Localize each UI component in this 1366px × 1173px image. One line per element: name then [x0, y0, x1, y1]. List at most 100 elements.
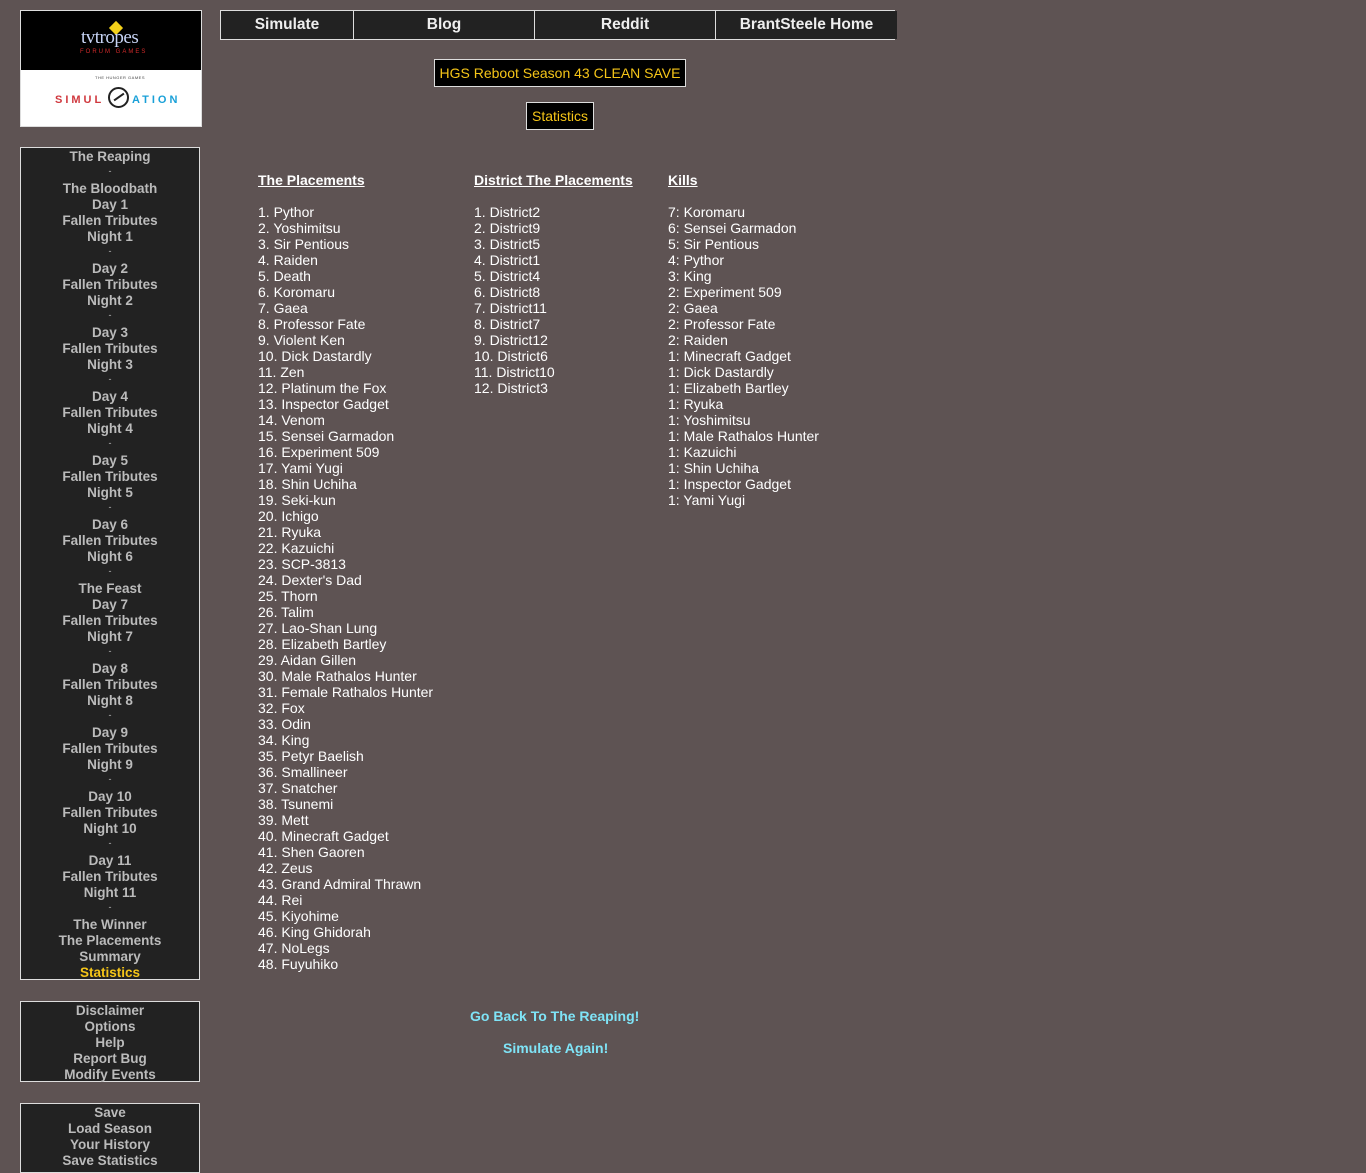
- sidebar-item-night-8[interactable]: Night 8: [21, 693, 199, 709]
- placement-row: 25. Thorn: [258, 588, 318, 604]
- sidebar-item-day-8[interactable]: Day 8: [21, 661, 199, 677]
- sidebar-item-fallen-tributes[interactable]: Fallen Tributes: [21, 213, 199, 229]
- sidebar-item-day-7[interactable]: Day 7: [21, 597, 199, 613]
- site-logo[interactable]: tvtropes FORUM GAMES THE HUNGER GAMES SI…: [20, 10, 202, 127]
- sidebar-item-statistics[interactable]: Statistics: [21, 965, 199, 981]
- sidebar-item-night-1[interactable]: Night 1: [21, 229, 199, 245]
- sidebar-item-summary[interactable]: Summary: [21, 949, 199, 965]
- sidebar-item-report-bug[interactable]: Report Bug: [21, 1051, 199, 1067]
- sidebar-item-load-season[interactable]: Load Season: [21, 1121, 199, 1137]
- sidebar-item-fallen-tributes[interactable]: Fallen Tributes: [21, 677, 199, 693]
- sidebar-item-the-bloodbath[interactable]: The Bloodbath: [21, 181, 199, 197]
- district-placement-row: 6. District8: [474, 284, 541, 300]
- district-placement-row: 10. District6: [474, 348, 548, 364]
- sidebar-item-day-6[interactable]: Day 6: [21, 517, 199, 533]
- placement-row: 43. Grand Admiral Thrawn: [258, 876, 422, 892]
- placement-row: 40. Minecraft Gadget: [258, 828, 389, 844]
- placement-row: 29. Aidan Gillen: [258, 652, 357, 668]
- sidebar-save: Save Load Season Your History Save Statisti…: [20, 1103, 200, 1173]
- sidebar-item-night-3[interactable]: Night 3: [21, 357, 199, 373]
- kills-column: Kills 7: Koromaru 6: Sensei Garmadon 5: Si…: [668, 172, 868, 508]
- sidebar-item-disclaimer[interactable]: Disclaimer: [21, 1003, 199, 1019]
- placement-row: 2. Yoshimitsu: [258, 220, 341, 236]
- placement-row: 36. Smallineer: [258, 764, 348, 780]
- nav-reddit[interactable]: Reddit: [535, 11, 716, 39]
- sidebar-item-modify-events[interactable]: Modify Events: [21, 1067, 199, 1083]
- sidebar-item-fallen-tributes[interactable]: Fallen Tributes: [21, 405, 199, 421]
- sidebar-item-night-10[interactable]: Night 10: [21, 821, 199, 837]
- sidebar-item-day-5[interactable]: Day 5: [21, 453, 199, 469]
- nav-simulate[interactable]: Simulate: [221, 11, 354, 39]
- kill-row: 1: Ryuka: [668, 396, 724, 412]
- placement-row: 11. Zen: [258, 364, 305, 380]
- sidebar-item-your-history[interactable]: Your History: [21, 1137, 199, 1153]
- kill-row: 1: Kazuichi: [668, 444, 737, 460]
- kill-row: 1: Yoshimitsu: [668, 412, 751, 428]
- sidebar-item-fallen-tributes[interactable]: Fallen Tributes: [21, 469, 199, 485]
- sidebar-item-fallen-tributes[interactable]: Fallen Tributes: [21, 277, 199, 293]
- sidebar-item-night-2[interactable]: Night 2: [21, 293, 199, 309]
- placements-heading: The Placements: [258, 172, 365, 188]
- placement-row: 16. Experiment 509: [258, 444, 380, 460]
- sidebar-item-day-2[interactable]: Day 2: [21, 261, 199, 277]
- sidebar-item-night-11[interactable]: Night 11: [21, 885, 199, 901]
- kill-row: 1: Yami Yugi: [668, 492, 746, 508]
- sidebar-item-day-3[interactable]: Day 3: [21, 325, 199, 341]
- sidebar-item-options[interactable]: Options: [21, 1019, 199, 1035]
- simulate-again-link[interactable]: Simulate Again!: [503, 1040, 608, 1056]
- sidebar-item-the-feast[interactable]: The Feast: [21, 581, 199, 597]
- kill-row: 2: Gaea: [668, 300, 718, 316]
- mockingjay-icon: [108, 87, 129, 108]
- sidebar-separator: -: [108, 438, 112, 448]
- nav-blog[interactable]: Blog: [354, 11, 535, 39]
- sidebar-item-fallen-tributes[interactable]: Fallen Tributes: [21, 805, 199, 821]
- nav-brantsteele-home[interactable]: BrantSteele Home: [716, 11, 897, 39]
- sidebar-item-the-reaping[interactable]: The Reaping: [21, 149, 199, 165]
- district-placement-row: 9. District12: [474, 332, 548, 348]
- kill-row: 1: Inspector Gadget: [668, 476, 791, 492]
- kill-row: 5: Sir Pentious: [668, 236, 760, 252]
- sidebar-item-save[interactable]: Save: [21, 1105, 199, 1121]
- placement-row: 22. Kazuichi: [258, 540, 335, 556]
- sidebar-item-fallen-tributes[interactable]: Fallen Tributes: [21, 869, 199, 885]
- sidebar-item-night-6[interactable]: Night 6: [21, 549, 199, 565]
- sidebar-item-save-statistics[interactable]: Save Statistics: [21, 1153, 199, 1169]
- sidebar-item-night-9[interactable]: Night 9: [21, 757, 199, 773]
- placement-row: 19. Seki-kun: [258, 492, 336, 508]
- kills-list: 7: Koromaru 6: Sensei Garmadon 5: Sir Pent…: [668, 204, 868, 508]
- sidebar-item-the-placements[interactable]: The Placements: [21, 933, 199, 949]
- sidebar-separator: -: [108, 566, 112, 576]
- go-back-link[interactable]: Go Back To The Reaping!: [470, 1008, 639, 1024]
- placement-row: 47. NoLegs: [258, 940, 330, 956]
- logo-ation: ATION: [132, 94, 181, 106]
- sidebar-item-day-1[interactable]: Day 1: [21, 197, 199, 213]
- logo-tvtropes: tvtropes: [81, 27, 139, 48]
- sidebar-item-day-11[interactable]: Day 11: [21, 853, 199, 869]
- section-title: Statistics: [526, 102, 594, 130]
- sidebar-item-fallen-tributes[interactable]: Fallen Tributes: [21, 341, 199, 357]
- placement-row: 26. Talim: [258, 604, 314, 620]
- placement-row: 9. Violent Ken: [258, 332, 345, 348]
- placement-row: 3. Sir Pentious: [258, 236, 350, 252]
- kill-row: 1: Minecraft Gadget: [668, 348, 791, 364]
- sidebar-item-help[interactable]: Help: [21, 1035, 199, 1051]
- placement-row: 37. Snatcher: [258, 780, 338, 796]
- sidebar-item-fallen-tributes[interactable]: Fallen Tributes: [21, 613, 199, 629]
- district-placement-row: 12. District3: [474, 380, 548, 396]
- kill-row: 7: Koromaru: [668, 204, 746, 220]
- sidebar-item-day-9[interactable]: Day 9: [21, 725, 199, 741]
- placement-row: 28. Elizabeth Bartley: [258, 636, 387, 652]
- sidebar-separator: -: [108, 838, 112, 848]
- placement-row: 17. Yami Yugi: [258, 460, 343, 476]
- sidebar-item-the-winner[interactable]: The Winner: [21, 917, 199, 933]
- sidebar-item-fallen-tributes[interactable]: Fallen Tributes: [21, 741, 199, 757]
- sidebar-item-night-5[interactable]: Night 5: [21, 485, 199, 501]
- logo-top: tvtropes FORUM GAMES: [21, 11, 201, 70]
- sidebar-item-night-4[interactable]: Night 4: [21, 421, 199, 437]
- kill-row: 4: Pythor: [668, 252, 725, 268]
- sidebar-item-fallen-tributes[interactable]: Fallen Tributes: [21, 533, 199, 549]
- sidebar-item-night-7[interactable]: Night 7: [21, 629, 199, 645]
- sidebar-item-day-4[interactable]: Day 4: [21, 389, 199, 405]
- sidebar-item-day-10[interactable]: Day 10: [21, 789, 199, 805]
- kill-row: 2: Experiment 509: [668, 284, 782, 300]
